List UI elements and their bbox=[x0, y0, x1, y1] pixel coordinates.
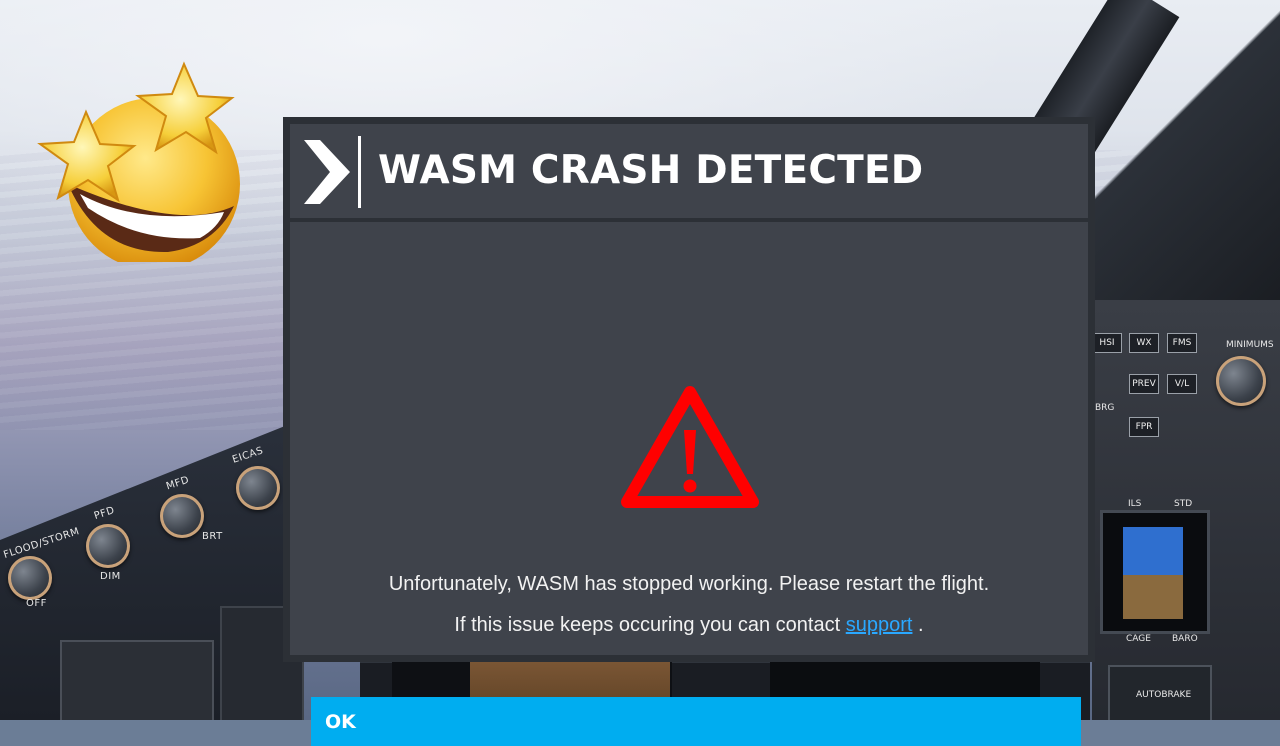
cage-label: CAGE bbox=[1126, 634, 1151, 644]
support-message: If this issue keeps occuring you can con… bbox=[290, 614, 1088, 637]
dialog-header: WASM CRASH DETECTED bbox=[290, 124, 1088, 218]
knob-brt-label: BRT bbox=[202, 531, 223, 542]
std-label: STD bbox=[1174, 499, 1193, 509]
ok-button[interactable]: OK bbox=[311, 697, 1081, 746]
support-message-suffix: . bbox=[912, 614, 924, 636]
minimums-label: MINIMUMS bbox=[1226, 340, 1274, 350]
fms-button: FMS bbox=[1167, 333, 1197, 353]
knob-dim-label: DIM bbox=[100, 571, 121, 582]
fpr-button: FPR bbox=[1129, 417, 1159, 437]
hsi-button: HSI bbox=[1092, 333, 1122, 353]
brg-label: BRG bbox=[1095, 403, 1115, 413]
compass-calibration-placard bbox=[60, 640, 214, 720]
standby-instrument bbox=[1100, 510, 1210, 634]
mfd-knob bbox=[160, 494, 204, 538]
crash-dialog: WASM CRASH DETECTED Unfortunately, WASM … bbox=[283, 117, 1095, 746]
dialog-title: WASM CRASH DETECTED bbox=[378, 148, 924, 193]
standby-ground bbox=[1123, 575, 1183, 619]
warning-triangle-icon bbox=[621, 386, 759, 508]
autobrake-label: AUTOBRAKE bbox=[1136, 690, 1192, 700]
prev-button: PREV bbox=[1129, 374, 1159, 394]
baro-label: BARO bbox=[1172, 634, 1198, 644]
minimums-knob bbox=[1216, 356, 1266, 406]
chevron-right-icon bbox=[304, 140, 350, 204]
star-struck-emoji-icon bbox=[37, 61, 240, 262]
error-message: Unfortunately, WASM has stopped working.… bbox=[388, 573, 990, 595]
ils-label: ILS bbox=[1128, 499, 1142, 509]
wx-button: WX bbox=[1129, 333, 1159, 353]
header-divider bbox=[358, 136, 361, 208]
support-link[interactable]: support bbox=[846, 614, 913, 636]
dialog-body: Unfortunately, WASM has stopped working.… bbox=[290, 222, 1088, 746]
standby-sky bbox=[1123, 527, 1183, 575]
knob-off-label: OFF bbox=[26, 598, 47, 609]
eicas-knob bbox=[236, 466, 280, 510]
pfd-knob bbox=[86, 524, 130, 568]
flood-storm-knob bbox=[8, 556, 52, 600]
vl-button: V/L bbox=[1167, 374, 1197, 394]
support-message-prefix: If this issue keeps occuring you can con… bbox=[454, 614, 846, 636]
